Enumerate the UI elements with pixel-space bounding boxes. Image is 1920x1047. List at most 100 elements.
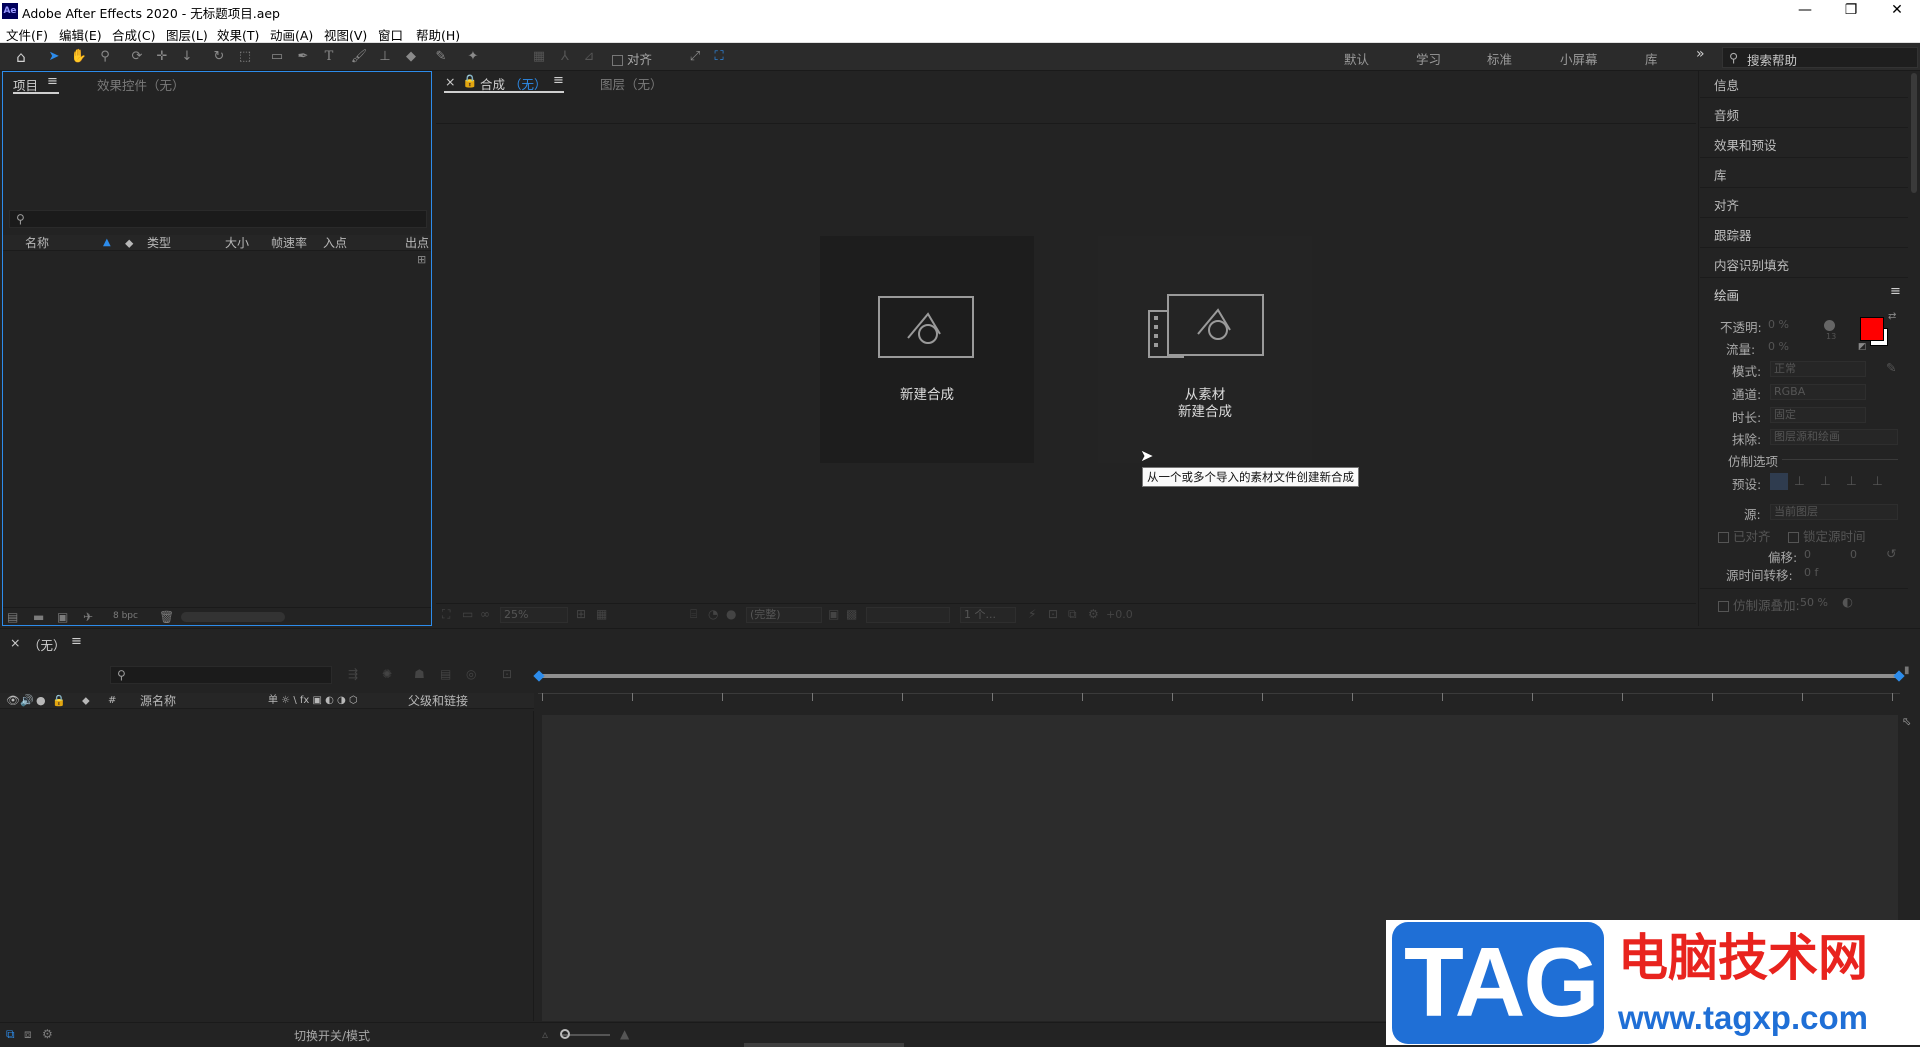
orbit-camera-icon[interactable]: ⟳	[128, 48, 146, 66]
column-source-name[interactable]: 源名称	[140, 693, 176, 709]
timeline-horizontal-scrollbar[interactable]	[744, 1043, 904, 1047]
time-ruler[interactable]	[533, 663, 1905, 709]
layer-number-icon[interactable]: #	[108, 693, 116, 709]
swap-colors-icon[interactable]: ⇄	[1888, 311, 1896, 322]
new-composition-card[interactable]: 新建合成	[820, 236, 1034, 463]
roi-icon[interactable]: ▣	[828, 607, 839, 621]
align-toggle[interactable]: 对齐	[612, 49, 652, 68]
duration-select[interactable]: 固定	[1770, 407, 1866, 423]
flowchart-icon[interactable]: ⧉	[1068, 607, 1077, 622]
zoom-out-icon[interactable]: ▵	[542, 1027, 548, 1041]
new-composition-icon[interactable]: ▣	[57, 610, 68, 624]
in-out-toggle-icon[interactable]: ⚙	[42, 1027, 53, 1041]
panel-tracker[interactable]: 跟踪器	[1700, 218, 1908, 248]
draft-3d-icon[interactable]: ✺	[382, 667, 392, 681]
difference-mode-icon[interactable]: ◐	[1842, 594, 1853, 609]
column-parent-link[interactable]: 父级和链接	[408, 693, 468, 709]
snapping-icon[interactable]: ⤢	[686, 48, 704, 66]
workspace-small-screen[interactable]: 小屏幕	[1560, 49, 1598, 68]
type-tool-icon[interactable]: T	[320, 48, 338, 66]
brush-tip-icon[interactable]	[1824, 320, 1835, 331]
workspace-standard[interactable]: 标准	[1487, 49, 1512, 68]
comp-button-icon[interactable]: ⬁	[1902, 715, 1911, 728]
lock-source-time-checkbox[interactable]: 锁定源时间	[1788, 526, 1866, 545]
new-folder-icon[interactable]: ▬	[33, 610, 44, 624]
timeline-scroll-up-icon[interactable]: ▮	[1904, 665, 1910, 676]
brush-tool-icon[interactable]: 🖌	[350, 48, 368, 66]
safe-zones-icon[interactable]: ⊞	[576, 607, 586, 621]
panel-content-aware-fill[interactable]: 内容识别填充	[1700, 248, 1908, 278]
clone-preset-2-icon[interactable]: ⊥	[1794, 473, 1805, 488]
work-area-end-handle[interactable]	[1893, 670, 1905, 682]
roto-brush-icon[interactable]: ✎	[432, 48, 450, 66]
panel-menu-icon[interactable]: ≡	[47, 74, 58, 89]
clone-preset-1-icon[interactable]	[1770, 473, 1788, 490]
layer-switches-icons[interactable]: 单 ☼ \ fx ▣ ◐ ◑ ⬡	[268, 693, 358, 709]
panel-effects-presets[interactable]: 效果和预设	[1700, 128, 1908, 158]
shy-layers-icon[interactable]: ☗	[414, 667, 425, 681]
local-axis-icon[interactable]: ▦	[530, 48, 548, 66]
snapshot-icon[interactable]: ⌸	[690, 607, 697, 622]
right-panel-scroll-thumb[interactable]	[1911, 73, 1917, 193]
project-scrollbar[interactable]	[181, 612, 285, 622]
show-snapshot-icon[interactable]: ◔	[708, 607, 718, 621]
erase-select[interactable]: 图层源和绘画	[1770, 429, 1898, 445]
zoom-select[interactable]: 25%	[500, 607, 568, 623]
source-select[interactable]: 当前图层	[1770, 504, 1898, 520]
menu-window[interactable]: 窗口	[378, 25, 403, 44]
graph-editor-icon[interactable]: ⊡	[502, 667, 512, 681]
menu-edit[interactable]: 编辑(E)	[59, 25, 102, 44]
clone-overlay-checkbox[interactable]: 仿制源叠加:	[1718, 595, 1800, 614]
work-area-bar[interactable]	[538, 674, 1900, 678]
menu-help[interactable]: 帮助(H)	[416, 25, 460, 44]
minimize-button[interactable]: —	[1782, 0, 1828, 22]
rectangle-tool-icon[interactable]: ▭	[268, 48, 286, 66]
new-comp-from-footage-card[interactable]: 从素材 新建合成	[1098, 236, 1312, 463]
flowchart-icon[interactable]: ⊞	[417, 253, 426, 266]
panel-menu-icon[interactable]: ≡	[71, 634, 82, 649]
clone-stamp-icon[interactable]: ⊥	[376, 48, 394, 66]
clone-preset-3-icon[interactable]: ⊥	[1820, 473, 1831, 488]
menu-layer[interactable]: 图层(L)	[166, 25, 208, 44]
video-toggle-icon[interactable]: 👁	[6, 693, 20, 709]
hand-tool-icon[interactable]: ✋	[70, 48, 88, 66]
selection-tool-icon[interactable]: ➤	[45, 48, 63, 66]
panel-menu-icon[interactable]: ≡	[1890, 284, 1901, 299]
exposure-reset-icon[interactable]: ⚙	[1088, 607, 1099, 621]
puppet-pin-icon[interactable]: ✦	[464, 48, 482, 66]
column-name[interactable]: 名称	[25, 235, 49, 251]
opacity-value[interactable]: 0 %	[1768, 318, 1789, 331]
flow-value[interactable]: 0 %	[1768, 340, 1789, 353]
menu-effect[interactable]: 效果(T)	[217, 25, 259, 44]
camera-select[interactable]	[866, 607, 950, 623]
sort-ascending-icon[interactable]: ▲	[103, 235, 111, 251]
aligned-checkbox[interactable]: 已对齐	[1718, 526, 1771, 545]
aligned-checkbox-box[interactable]	[1718, 532, 1729, 543]
label-tag-icon[interactable]: ⬥	[82, 693, 90, 709]
audio-toggle-icon[interactable]: 🔊	[20, 693, 34, 709]
menu-composition[interactable]: 合成(C)	[112, 25, 155, 44]
zoom-tool-icon[interactable]: ⚲	[96, 48, 114, 66]
always-preview-icon[interactable]: ⛶	[442, 607, 450, 622]
motion-blur-icon[interactable]: ◎	[466, 667, 476, 681]
color-channel-icon[interactable]: ●	[726, 607, 736, 621]
column-out-point[interactable]: 出点	[405, 235, 429, 251]
lock-source-time-checkbox-box[interactable]	[1788, 532, 1799, 543]
offset-y[interactable]: 0	[1850, 548, 1857, 561]
close-button[interactable]: ✕	[1874, 0, 1920, 22]
clone-preset-5-icon[interactable]: ⊥	[1872, 473, 1883, 488]
clone-preset-4-icon[interactable]: ⊥	[1846, 473, 1857, 488]
menu-file[interactable]: 文件(F)	[6, 25, 48, 44]
snap-grid-icon[interactable]: ⛶	[710, 48, 728, 66]
close-tab-icon[interactable]: ×	[445, 74, 455, 89]
view-axis-icon[interactable]: ⊿	[580, 48, 598, 66]
panel-align[interactable]: 对齐	[1700, 188, 1908, 218]
monitor-icon[interactable]: ▭	[462, 607, 473, 621]
fast-preview-icon[interactable]: ⚡	[1028, 607, 1036, 621]
close-tab-icon[interactable]: ×	[10, 635, 20, 650]
panel-menu-icon[interactable]: ≡	[553, 73, 564, 88]
lock-toggle-icon[interactable]: 🔒	[52, 693, 66, 709]
bit-depth-label[interactable]: 8 bpc	[113, 611, 138, 621]
menu-view[interactable]: 视图(V)	[324, 25, 367, 44]
channel-select[interactable]: RGBA	[1770, 384, 1866, 400]
